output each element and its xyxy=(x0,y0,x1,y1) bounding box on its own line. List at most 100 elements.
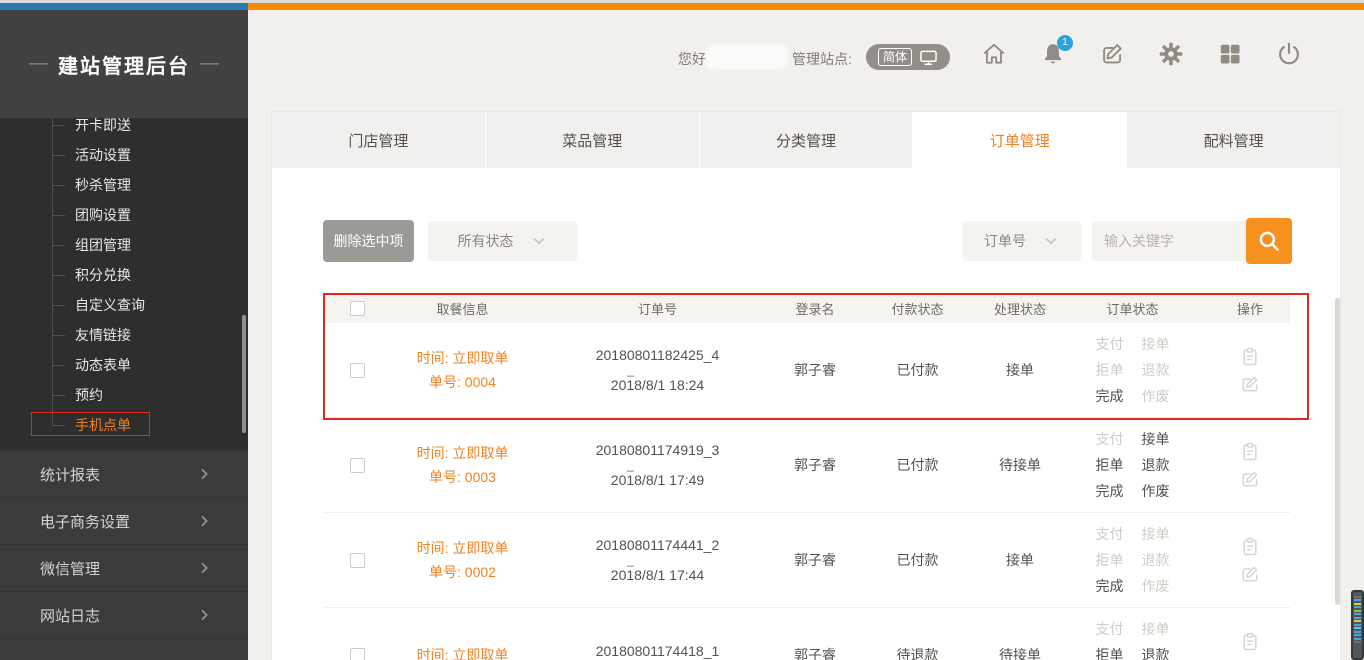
order-status-links: 支付 接单 拒单 退款 完成 作废 xyxy=(1055,521,1210,599)
sidebar-scrollbar-thumb[interactable] xyxy=(242,315,246,433)
process-status: 待接单 xyxy=(985,645,1055,660)
sidebar-top-accent-bar xyxy=(0,3,248,10)
status-filter-value: 所有状态 xyxy=(458,231,514,251)
content-card: 门店管理 菜品管理 分类管理 订单管理 配料管理 删除选中项 所有状态 订单号 … xyxy=(272,112,1340,660)
order-status-links: 支付 接单 拒单 退款 完成 作废 xyxy=(1055,331,1210,409)
row-checkbox[interactable] xyxy=(350,648,365,660)
delete-selected-button[interactable]: 删除选中项 xyxy=(323,220,414,262)
col-header-actions: 操作 xyxy=(1210,299,1290,318)
sidebar-section-site-logs[interactable]: 网站日志 xyxy=(0,591,248,638)
tab-order-management[interactable]: 订单管理 xyxy=(913,112,1127,168)
status-link-pay: 支付 xyxy=(1096,616,1124,642)
manage-site-label: 管理站点: xyxy=(792,49,852,69)
content-scrollbar-thumb[interactable] xyxy=(1335,298,1340,605)
order-detail-clipboard-icon[interactable] xyxy=(1240,632,1260,652)
col-header-login-name: 登录名 xyxy=(780,299,850,318)
compose-edit-icon[interactable] xyxy=(1099,41,1125,67)
settings-gear-icon[interactable] xyxy=(1158,41,1184,67)
order-edit-icon[interactable] xyxy=(1240,564,1260,584)
pickup-time: 时间: 立即取单 xyxy=(417,643,509,660)
section-label: 微信管理 xyxy=(40,558,100,579)
tab-dish-management[interactable]: 菜品管理 xyxy=(486,112,700,168)
chevron-right-icon xyxy=(196,513,212,529)
sidebar-item-points-exchange[interactable]: 积分兑换 xyxy=(0,260,248,290)
sidebar-item-flash-sale[interactable]: 秒杀管理 xyxy=(0,170,248,200)
order-id-wrap-mark: _ xyxy=(627,366,634,374)
order-detail-clipboard-icon[interactable] xyxy=(1240,347,1260,367)
process-status: 接单 xyxy=(985,360,1055,380)
search-type-select[interactable]: 订单号 xyxy=(963,221,1081,261)
sidebar-item-custom-query[interactable]: 自定义查询 xyxy=(0,290,248,320)
keyword-search-input[interactable] xyxy=(1092,221,1246,261)
process-status: 接单 xyxy=(985,550,1055,570)
sidebar: 开卡即送 活动设置 秒杀管理 团购设置 组团管理 积分兑换 自定义查询 友情链接… xyxy=(0,10,248,660)
order-detail-clipboard-icon[interactable] xyxy=(1240,537,1260,557)
table-row: 时间: 立即取单 单号: 0004 20180801182425_4 _ 201… xyxy=(325,323,1290,418)
order-edit-icon[interactable] xyxy=(1240,469,1260,489)
sidebar-item-group-buy-settings[interactable]: 团购设置 xyxy=(0,200,248,230)
row-checkbox[interactable] xyxy=(350,458,365,473)
status-link-accept[interactable]: 接单 xyxy=(1142,426,1170,452)
status-link-void: 作废 xyxy=(1142,573,1170,599)
order-id: 20180801174441_2 xyxy=(596,534,720,556)
order-id-wrap-mark: _ xyxy=(627,556,634,564)
login-name: 郭子睿 xyxy=(780,360,850,380)
sidebar-item-friend-links[interactable]: 友情链接 xyxy=(0,320,248,350)
status-link-reject: 拒单 xyxy=(1096,357,1124,383)
sidebar-item-group-management[interactable]: 组团管理 xyxy=(0,230,248,260)
sidebar-item-mobile-ordering[interactable]: 手机点单 xyxy=(0,410,248,440)
tab-category-management[interactable]: 分类管理 xyxy=(700,112,914,168)
search-button[interactable] xyxy=(1246,218,1292,264)
status-link-accept: 接单 xyxy=(1142,331,1170,357)
greeting-label: 您好 xyxy=(678,49,706,69)
status-link-complete[interactable]: 完成 xyxy=(1096,383,1124,409)
order-edit-icon[interactable] xyxy=(1240,374,1260,394)
status-link-refund[interactable]: 退款 xyxy=(1142,642,1170,660)
table-row: 时间: 立即取单 20180801174418_1 _ 郭子睿 待退款 待接单 … xyxy=(325,608,1290,660)
home-icon[interactable] xyxy=(981,41,1007,67)
row-checkbox[interactable] xyxy=(350,553,365,568)
tab-ingredient-management[interactable]: 配料管理 xyxy=(1127,112,1340,168)
sidebar-section-wechat[interactable]: 微信管理 xyxy=(0,544,248,591)
sidebar-sections: 统计报表 电子商务设置 微信管理 网站日志 xyxy=(0,450,248,660)
power-logout-icon[interactable] xyxy=(1276,41,1302,67)
payment-status: 待退款 xyxy=(850,645,985,660)
row-checkbox[interactable] xyxy=(350,363,365,378)
order-id-wrap-mark: _ xyxy=(627,461,634,469)
select-all-checkbox[interactable] xyxy=(350,301,365,316)
monitor-icon xyxy=(919,49,938,66)
pickup-number: 单号: 0004 xyxy=(429,370,496,394)
col-header-pickup-info: 取餐信息 xyxy=(390,299,535,318)
chevron-down-icon xyxy=(1042,232,1060,250)
sidebar-item-dynamic-forms[interactable]: 动态表单 xyxy=(0,350,248,380)
status-link-refund[interactable]: 退款 xyxy=(1142,452,1170,478)
chevron-right-icon xyxy=(196,466,212,482)
status-link-pay: 支付 xyxy=(1096,521,1124,547)
status-link-complete[interactable]: 完成 xyxy=(1096,573,1124,599)
sidebar-section-ecommerce[interactable]: 电子商务设置 xyxy=(0,497,248,544)
status-link-void[interactable]: 作废 xyxy=(1142,478,1170,504)
sidebar-item-reservation[interactable]: 预约 xyxy=(0,380,248,410)
payment-status: 已付款 xyxy=(850,550,985,570)
notifications-bell-icon[interactable]: 1 xyxy=(1040,41,1066,67)
payment-status: 已付款 xyxy=(850,360,985,380)
col-header-order-number: 订单号 xyxy=(535,299,780,318)
section-label: 统计报表 xyxy=(40,464,100,485)
status-link-complete[interactable]: 完成 xyxy=(1096,478,1124,504)
order-id: 20180801174919_3 xyxy=(596,439,720,461)
status-filter-select[interactable]: 所有状态 xyxy=(428,221,577,261)
tab-store-management[interactable]: 门店管理 xyxy=(272,112,486,168)
table-row: 时间: 立即取单 单号: 0002 20180801174441_2 _ 201… xyxy=(325,513,1290,608)
status-link-reject[interactable]: 拒单 xyxy=(1096,452,1124,478)
apps-grid-icon[interactable] xyxy=(1217,41,1243,67)
pickup-time: 时间: 立即取单 xyxy=(417,536,509,560)
status-link-reject[interactable]: 拒单 xyxy=(1096,642,1124,660)
order-date: 2018/8/1 17:49 xyxy=(611,469,704,491)
sidebar-item-activity-settings[interactable]: 活动设置 xyxy=(0,140,248,170)
orders-table: 取餐信息 订单号 登录名 付款状态 处理状态 订单状态 操作 时间: 立即取单 … xyxy=(325,293,1290,660)
language-site-pill[interactable]: 简体 xyxy=(866,44,950,70)
order-status-links: 支付 接单 拒单 退款 完成 作废 xyxy=(1055,616,1210,660)
col-header-process-status: 处理状态 xyxy=(985,299,1055,318)
order-detail-clipboard-icon[interactable] xyxy=(1240,442,1260,462)
sidebar-section-statistics[interactable]: 统计报表 xyxy=(0,450,248,497)
